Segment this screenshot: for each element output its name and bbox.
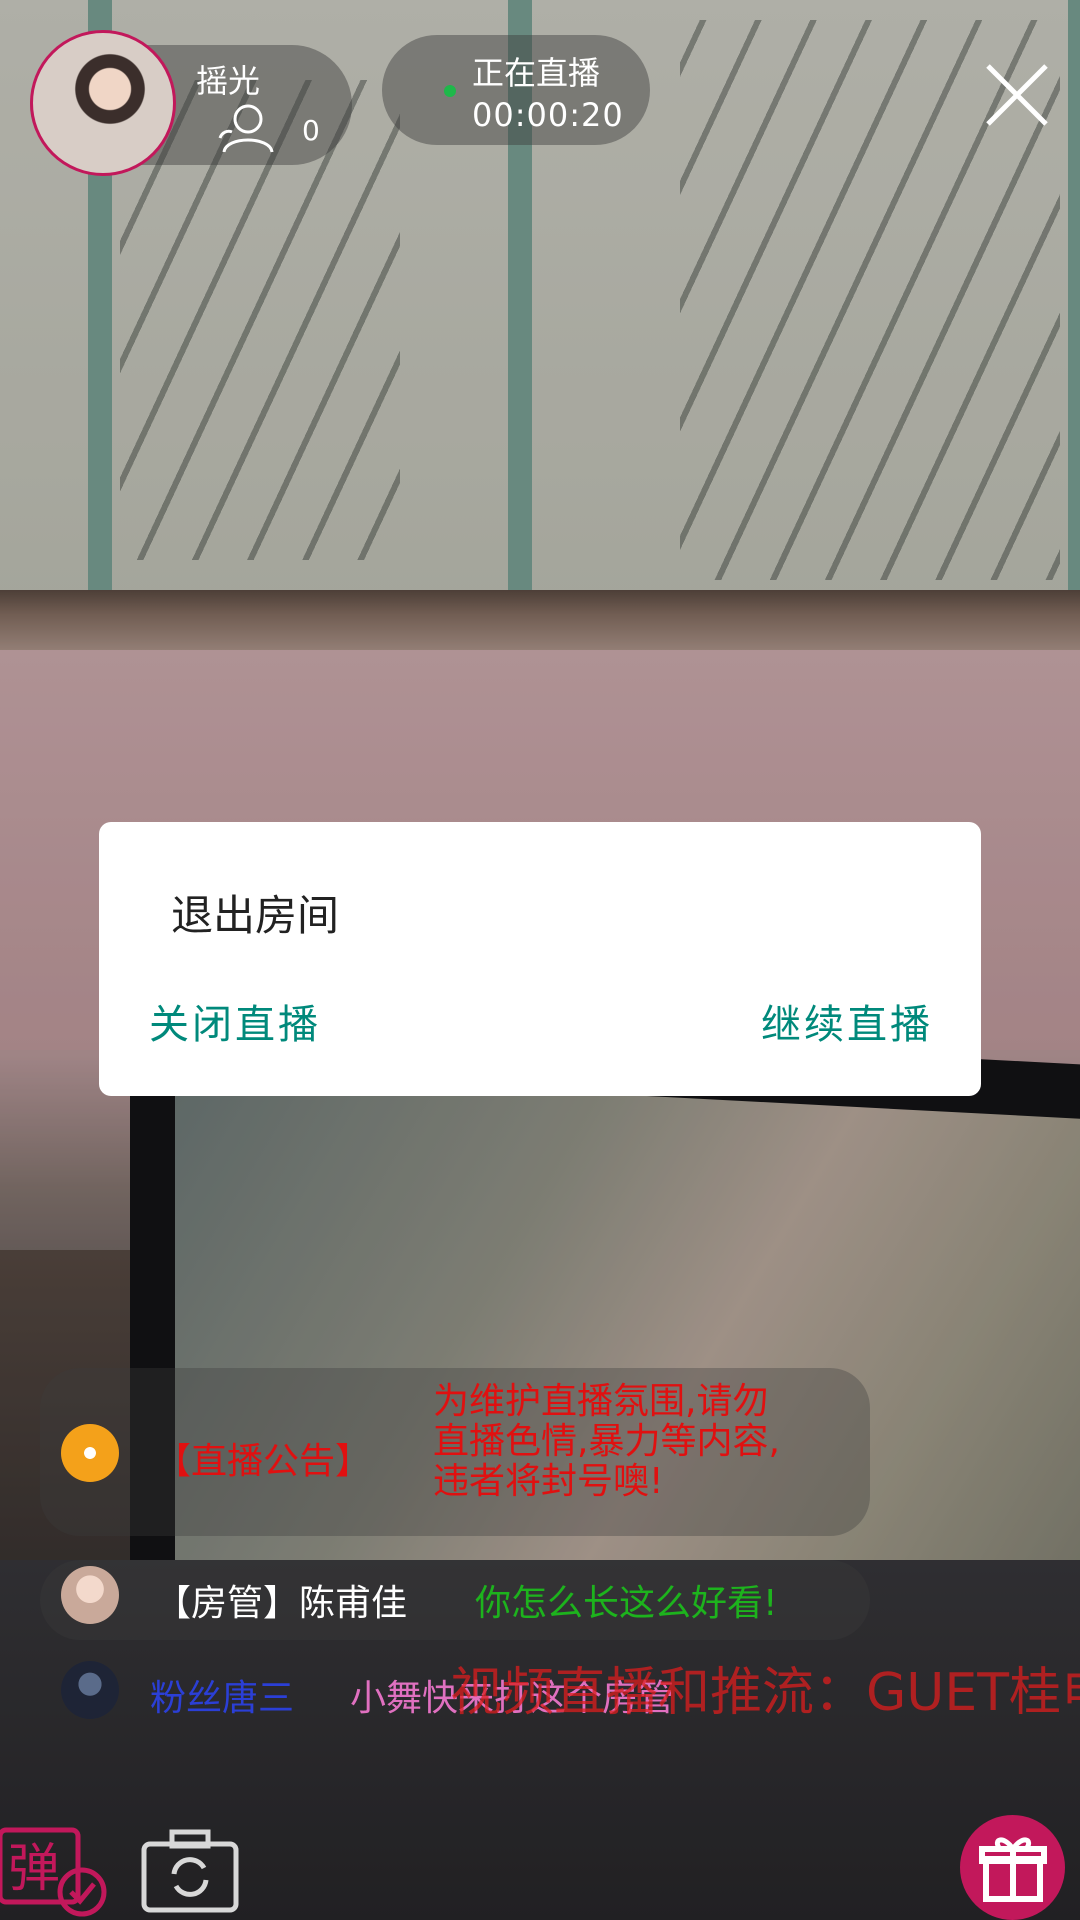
live-timer: 00:00:20 [472,96,624,134]
host-name: 摇光 [196,62,261,100]
exit-room-dialog: 退出房间 关闭直播 继续直播 [99,822,981,1096]
live-room-screen: 摇光 0 正在直播 00:00:20 退出房间 关闭直播 继续直播 【直播公告】… [0,0,1080,1920]
close-live-button[interactable]: 关闭直播 [149,992,321,1050]
danmu-label: 弹 [8,1839,60,1899]
notice-line: 为维护直播氛围,请勿 [433,1381,769,1422]
notice-line: 直播色情,暴力等内容, [433,1421,780,1462]
chat-sender[interactable]: 【房管】陈甫佳 [155,1574,407,1626]
gift-icon [979,1837,1047,1902]
person-outline-icon [218,104,274,153]
gift-button[interactable] [960,1815,1065,1920]
live-indicator-dot [444,85,456,97]
chat-avatar[interactable] [61,1566,119,1624]
dialog-title: 退出房间 [171,891,340,940]
host-avatar[interactable] [30,30,176,176]
viewer-count: 0 [302,114,320,147]
chat-sender[interactable]: 粉丝唐三 [150,1669,294,1721]
camera-switch-icon[interactable] [140,1828,240,1914]
notice-avatar [61,1424,119,1482]
live-status-text: 正在直播 [472,54,601,92]
close-icon[interactable] [982,60,1052,130]
notice-body: 为维护直播氛围,请勿 直播色情,暴力等内容, 违者将封号噢! [433,1382,853,1502]
danmu-toggle-icon[interactable]: 弹 [0,1820,110,1920]
watermark-text: 视频直播和推流：GUET桂电 [450,1663,1080,1723]
continue-live-button[interactable]: 继续直播 [761,992,933,1050]
notice-line: 违者将封号噢! [433,1461,664,1502]
chat-avatar[interactable] [61,1661,119,1719]
notice-tag: 【直播公告】 [155,1441,372,1482]
chat-message-text: 你怎么长这么好看! [475,1583,778,1624]
